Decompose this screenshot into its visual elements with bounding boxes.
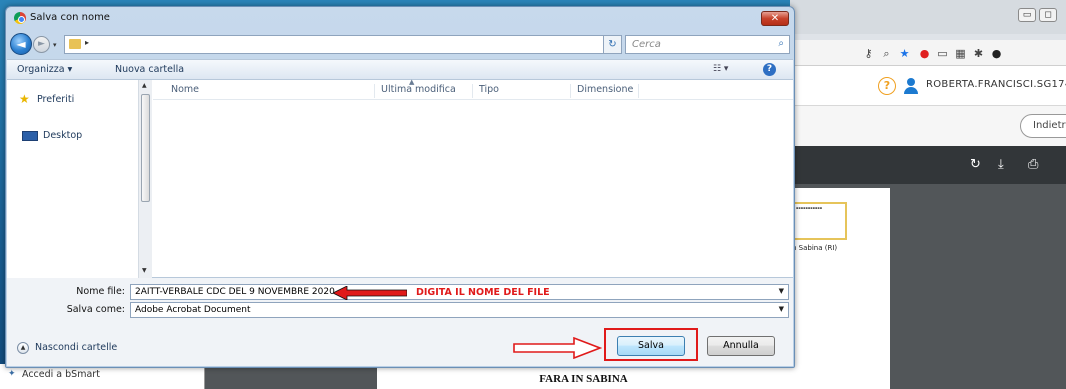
folder-icon	[69, 39, 81, 49]
column-nome[interactable]: Nome	[165, 84, 375, 98]
nav-scrollbar[interactable]: ▲ ▼	[138, 80, 152, 278]
desktop-icon	[22, 131, 38, 141]
pdf-highlight-box: ▪▪▪▪▪▪▪▪▪▪▪	[792, 202, 847, 240]
nav-item-desktop[interactable]: Desktop	[43, 130, 82, 141]
browser-titlebar: ▭ ◻	[790, 0, 1066, 34]
file-name-dropdown-icon[interactable]: ▼	[779, 285, 784, 298]
search-icon[interactable]: ⌕	[778, 38, 784, 49]
cancel-button[interactable]: Annulla	[707, 336, 775, 356]
save-as-dialog: Salva con nome ✕ ◄ ► ▾ ▸ ▾ ↻ Cerca ⌕ Org…	[5, 6, 795, 368]
chrome-icon	[14, 12, 26, 24]
new-folder-button[interactable]: Nuova cartella	[115, 64, 184, 75]
cast-icon[interactable]: ▭	[936, 47, 949, 60]
doc-heading: FARA IN SABINA	[539, 373, 628, 385]
save-as-type-select[interactable]: Adobe Acrobat Document ▼	[130, 302, 789, 318]
maximize-button[interactable]: ◻	[1039, 8, 1057, 22]
print-icon[interactable]: ⎙	[1028, 157, 1038, 172]
organize-menu[interactable]: Organizza ▾	[17, 64, 72, 75]
zoom-icon[interactable]: ⌕	[880, 47, 893, 60]
sidebar-item-accedi[interactable]: Accedi a bSmart	[22, 369, 100, 380]
hide-folders-button[interactable]: Nascondi cartelle	[35, 342, 117, 353]
file-name-value: 2AITT-VERBALE CDC DEL 9 NOVEMBRE 2020	[135, 287, 335, 297]
favorites-star-icon: ★	[19, 92, 30, 106]
scroll-up-icon[interactable]: ▲	[142, 82, 147, 89]
browser-toolbar: ⚷ ⌕ ★ ● ▭ ▦ ✱ ●	[790, 40, 1066, 66]
background-browser-window: ▭ ◻ ⚷ ⌕ ★ ● ▭ ▦ ✱ ● ? ROBERTA.FRANCISCI.…	[790, 0, 1066, 389]
outline-arrow-icon	[513, 337, 602, 359]
red-arrow-icon	[333, 286, 407, 300]
download-icon[interactable]: ⤓	[998, 157, 1004, 172]
navigation-pane: ★ Preferiti Desktop ▲ ▼	[7, 80, 152, 278]
views-icon[interactable]: ☷ ▾	[713, 64, 728, 74]
pdf-viewer-toolbar: ↻ ⤓ ⎙	[790, 146, 1066, 184]
bookmark-star-icon[interactable]: ★	[898, 47, 911, 60]
help-icon[interactable]: ?	[763, 63, 776, 76]
file-name-label: Nome file:	[76, 286, 125, 297]
save-as-type-value: Adobe Acrobat Document	[135, 305, 251, 315]
user-icon	[904, 78, 918, 94]
scroll-down-icon[interactable]: ▼	[142, 267, 147, 274]
back-arrow-icon[interactable]: ◄	[10, 33, 32, 55]
rotate-icon[interactable]: ↻	[970, 157, 981, 172]
column-tipo[interactable]: Tipo	[473, 84, 571, 98]
dialog-toolbar: Organizza ▾ Nuova cartella ☷ ▾ ?	[7, 59, 793, 80]
tiny-text: ▪▪▪▪▪▪▪▪▪▪▪	[796, 206, 823, 210]
bsmart-icon: ✦	[8, 369, 16, 379]
column-ultima-modifica[interactable]: Ultima modifica	[375, 84, 473, 98]
key-icon[interactable]: ⚷	[862, 47, 875, 60]
save-button[interactable]: Salva	[617, 336, 685, 356]
site-header: ? ROBERTA.FRANCISCI.SG1741	[790, 66, 1066, 106]
search-placeholder: Cerca	[632, 39, 661, 50]
path-arrow-icon[interactable]: ▸	[85, 38, 89, 47]
site-subbar: Indietro	[790, 106, 1066, 146]
save-as-dropdown-icon[interactable]: ▼	[779, 303, 784, 316]
adblock-icon[interactable]: ●	[918, 47, 931, 60]
back-button[interactable]: Indietro	[1020, 114, 1066, 138]
grid-extension-icon[interactable]: ▦	[954, 47, 967, 60]
help-icon[interactable]: ?	[878, 77, 896, 95]
minimize-button[interactable]: ▭	[1018, 8, 1036, 22]
pdf-text-sabina: n Sabina (RI)	[792, 244, 838, 252]
scrollbar-thumb[interactable]	[141, 94, 150, 202]
file-browser: ★ Preferiti Desktop ▲ ▼ ▲ Nome Ultima mo…	[7, 78, 793, 278]
recent-dropdown-icon[interactable]: ▾	[53, 41, 57, 49]
nav-item-favorites[interactable]: Preferiti	[37, 94, 74, 105]
search-input[interactable]: Cerca ⌕	[625, 35, 790, 54]
dialog-bottom: Nome file: 2AITT-VERBALE CDC DEL 9 NOVEM…	[7, 278, 793, 366]
forward-arrow-icon[interactable]: ►	[33, 36, 50, 53]
save-as-label: Salva come:	[66, 304, 125, 315]
close-button[interactable]: ✕	[761, 11, 789, 26]
column-dimensione[interactable]: Dimensione	[571, 84, 639, 98]
navigation-row: ◄ ► ▾ ▸ ▾ ↻ Cerca ⌕	[6, 31, 794, 57]
hide-folders-icon[interactable]: ▲	[17, 342, 29, 354]
address-bar[interactable]: ▸ ▾	[64, 35, 613, 54]
user-name: ROBERTA.FRANCISCI.SG1741	[926, 79, 1066, 90]
puzzle-extensions-icon[interactable]: ✱	[972, 47, 985, 60]
profile-icon[interactable]: ●	[990, 47, 1003, 60]
refresh-icon[interactable]: ↻	[603, 35, 622, 54]
column-headers: ▲ Nome Ultima modifica Tipo Dimensione	[153, 78, 793, 100]
pdf-page: ▪▪▪▪▪▪▪▪▪▪▪ n Sabina (RI)	[790, 188, 890, 389]
annotation-hint: DIGITA IL NOME DEL FILE	[416, 287, 550, 298]
dialog-title: Salva con nome	[30, 12, 110, 23]
